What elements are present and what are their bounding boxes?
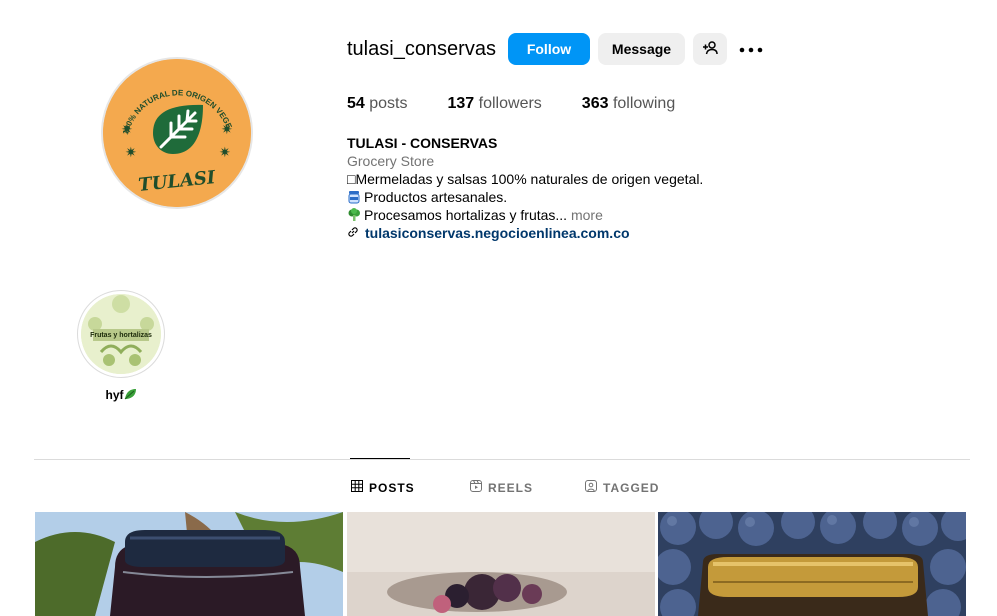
bio-website-url: tulasiconservas.negocioenlinea.com.co	[365, 225, 630, 241]
post-image-jar-tree	[35, 512, 343, 616]
tab-posts-label: POSTS	[369, 480, 415, 495]
bio-line-2-text: Productos artesanales.	[364, 189, 508, 205]
highlight-cover: Frutas y hortalizas	[81, 294, 161, 374]
tagged-icon	[585, 480, 603, 495]
followers-stat[interactable]: 137 followers	[448, 95, 542, 113]
broccoli-emoji-icon	[347, 208, 361, 222]
bio-website-link[interactable]: tulasiconservas.negocioenlinea.com.co	[347, 224, 703, 242]
active-tab-indicator	[350, 458, 410, 459]
suggest-user-button[interactable]	[693, 33, 727, 65]
grid-icon	[351, 480, 369, 495]
following-stat[interactable]: 363 following	[582, 95, 675, 113]
tabs-divider	[34, 459, 970, 460]
svg-text:✷: ✷	[219, 145, 231, 161]
following-label: following	[612, 95, 676, 112]
more-options-button[interactable]	[737, 37, 765, 61]
posts-label: posts	[369, 95, 408, 112]
link-icon	[347, 224, 365, 242]
post-thumbnail[interactable]	[658, 512, 966, 616]
highlight-title-text: hyf	[105, 388, 124, 402]
leaf-emoji-icon	[124, 388, 137, 402]
tab-tagged[interactable]: TAGGED	[585, 480, 659, 495]
bio-line-3-text: Procesamos hortalizas y frutas...	[364, 207, 568, 223]
post-image-fruits	[347, 512, 655, 616]
posts-stat: 54 posts	[347, 95, 408, 113]
tab-reels[interactable]: REELS	[470, 480, 533, 495]
post-image-blueberries	[658, 512, 966, 616]
highlight-cover-text: Frutas y hortalizas	[90, 329, 152, 341]
follow-button[interactable]: Follow	[508, 33, 590, 65]
more-options-icon	[739, 40, 763, 58]
followers-label: followers	[478, 95, 542, 112]
jar-emoji-icon	[347, 190, 361, 204]
bio-line-2: Productos artesanales.	[347, 188, 703, 206]
bio-more-link[interactable]: more	[571, 207, 603, 223]
avatar-logo: 100% NATURAL DE ORIGEN VEGETAL ✷ ✷ ✷ ✷ T…	[103, 59, 251, 207]
message-button[interactable]: Message	[598, 33, 685, 65]
svg-text:✷: ✷	[125, 145, 137, 161]
profile-avatar[interactable]: 100% NATURAL DE ORIGEN VEGETAL ✷ ✷ ✷ ✷ T…	[101, 57, 253, 209]
username: tulasi_conservas	[347, 38, 496, 60]
post-thumbnail[interactable]	[35, 512, 343, 616]
tab-reels-label: REELS	[488, 480, 534, 495]
profile-stats: 54 posts 137 followers 363 following	[347, 95, 715, 113]
highlight-title[interactable]: hyf	[81, 388, 161, 402]
tab-tagged-label: TAGGED	[603, 480, 660, 495]
followers-count: 137	[447, 95, 475, 112]
bio-line-3: Procesamos hortalizas y frutas... more	[347, 206, 703, 224]
svg-text:✷: ✷	[221, 122, 233, 138]
profile-bio: TULASI - CONSERVAS Grocery Store □Mermel…	[347, 134, 703, 242]
bio-category: Grocery Store	[347, 153, 435, 169]
following-count: 363	[581, 95, 609, 112]
story-highlight[interactable]: Frutas y hortalizas	[77, 290, 165, 378]
post-thumbnail[interactable]	[347, 512, 655, 616]
bio-line-1: □Mermeladas y salsas 100% naturales de o…	[347, 171, 704, 187]
reels-icon	[470, 480, 488, 495]
bio-name: TULASI - CONSERVAS	[347, 135, 498, 151]
person-add-icon	[702, 40, 718, 59]
svg-text:✷: ✷	[121, 122, 133, 138]
posts-count: 54	[347, 95, 365, 112]
tab-posts[interactable]: POSTS	[351, 480, 415, 495]
